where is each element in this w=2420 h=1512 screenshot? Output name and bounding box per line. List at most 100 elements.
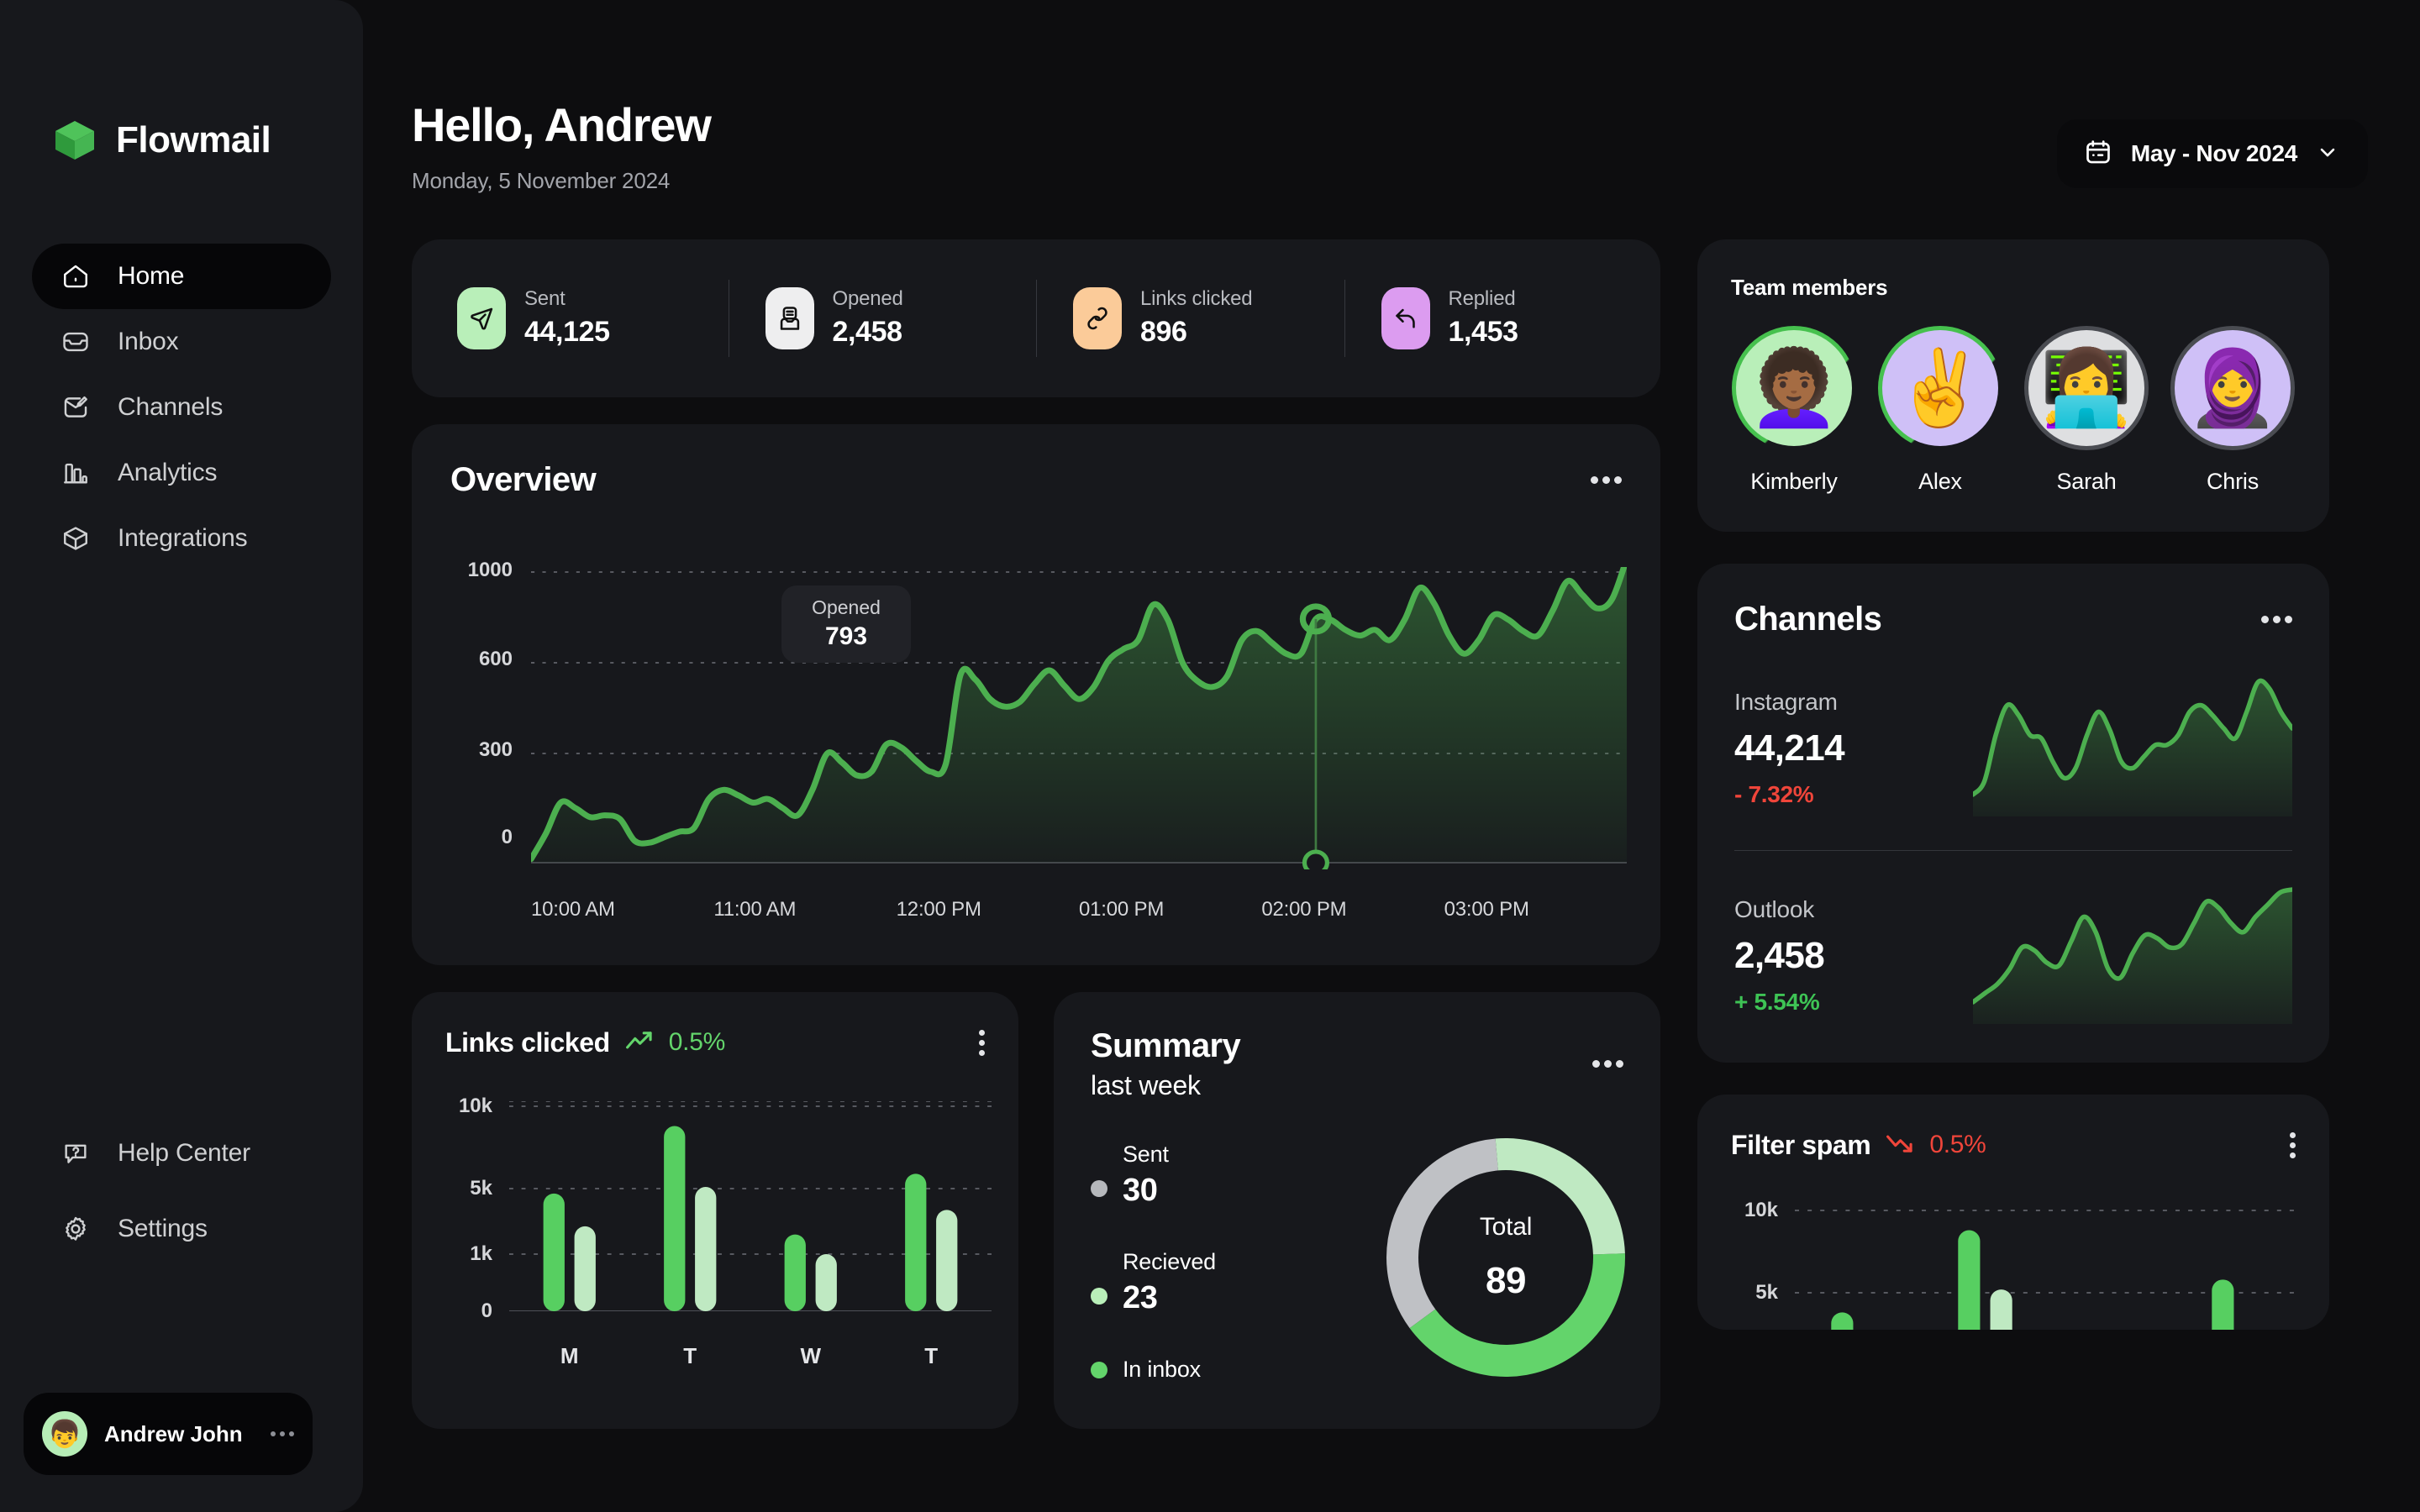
stat-label: Links clicked <box>1140 287 1253 311</box>
y-tick: 10k <box>1744 1198 1778 1221</box>
sidebar-item-home[interactable]: Home <box>32 244 331 309</box>
sidebar: Flowmail Home Inbox Channels Analytics I… <box>0 0 363 1512</box>
y-tick: 1000 <box>467 558 513 581</box>
team-member-name: Kimberly <box>1750 468 1838 494</box>
summary-card: Summary last week Sent 30 Recieved 23 In… <box>1054 991 1660 1429</box>
current-date: Monday, 5 November 2024 <box>412 167 671 193</box>
legend-value: 30 <box>1123 1172 1158 1208</box>
list-item: Recieved 23 <box>1091 1249 1326 1316</box>
filter-spam-delta: 0.5% <box>1929 1131 1986 1159</box>
stat-value: 896 <box>1140 316 1187 349</box>
overview-title: Overview <box>450 460 597 498</box>
sidebar-item-label: Channels <box>118 393 224 421</box>
content-grid: Sent 44,125 Opened 2,458 Links clicked 8… <box>412 239 2368 1429</box>
app-root: Flowmail Home Inbox Channels Analytics I… <box>0 0 2420 1512</box>
more-vertical-icon[interactable] <box>2290 1131 2296 1158</box>
home-icon <box>59 260 92 293</box>
more-horizontal-icon[interactable] <box>1591 475 1622 484</box>
sidebar-item-help-center[interactable]: Help Center <box>32 1121 331 1186</box>
brand: Flowmail <box>0 0 363 163</box>
sidebar-item-settings[interactable]: Settings <box>32 1196 331 1262</box>
sidebar-item-label: Integrations <box>118 524 248 552</box>
stat-opened: Opened 2,458 <box>728 278 1037 359</box>
right-column: Team members 👩🏾‍🦱 Kimberly <box>1697 239 2329 1429</box>
sidebar-item-integrations[interactable]: Integrations <box>32 506 331 571</box>
team-members-card: Team members 👩🏾‍🦱 Kimberly <box>1697 239 2329 532</box>
stat-links-clicked: Links clicked 896 <box>1036 278 1344 359</box>
y-tick: 300 <box>478 738 513 761</box>
legend-dot <box>1091 1179 1107 1197</box>
donut-center-value: 89 <box>1486 1259 1526 1301</box>
team-members-title: Team members <box>1731 274 1888 300</box>
sidebar-item-analytics[interactable]: Analytics <box>32 440 331 506</box>
calendar-icon <box>2084 138 2112 171</box>
y-tick: 0 <box>481 1299 492 1322</box>
overview-chart: 1000 600 300 0 Opened 793 10:00 AM 11:00… <box>450 559 1627 965</box>
stat-value: 1,453 <box>1448 316 1518 349</box>
avatar: 🧕 <box>2175 329 2291 446</box>
overview-x-axis: 10:00 AM 11:00 AM 12:00 PM 01:00 PM 02:0… <box>531 898 1627 921</box>
team-member-name: Alex <box>1918 468 1962 494</box>
sidebar-item-label: Help Center <box>118 1139 250 1167</box>
more-horizontal-icon[interactable] <box>2261 615 2292 623</box>
link-chain-icon <box>1073 286 1122 349</box>
sidebar-item-channels[interactable]: Channels <box>32 375 331 440</box>
sidebar-item-label: Analytics <box>118 459 218 486</box>
date-range-label: May - Nov 2024 <box>2130 140 2297 166</box>
links-clicked-plot <box>509 1100 992 1311</box>
channel-sparkline-instagram <box>1973 675 2292 816</box>
filter-spam-chart: 10k 5k <box>1731 1199 2302 1330</box>
more-horizontal-icon[interactable] <box>1592 1060 1623 1068</box>
x-tick: 02:00 PM <box>1261 897 1347 921</box>
left-column: Sent 44,125 Opened 2,458 Links clicked 8… <box>412 239 1660 1429</box>
team-member-kimberly[interactable]: 👩🏾‍🦱 Kimberly <box>1731 325 1857 495</box>
overview-card: Overview 1000 600 300 0 Opened 793 10:00… <box>412 423 1660 965</box>
avatar-emoji: 🧕 <box>2186 345 2279 429</box>
channel-row-instagram[interactable]: Instagram 44,214 - 7.32% <box>1734 675 2292 816</box>
more-horizontal-icon[interactable] <box>271 1431 294 1436</box>
x-tick: 11:00 AM <box>713 897 797 921</box>
channel-delta: + 5.54% <box>1734 988 1820 1015</box>
team-member-chris[interactable]: 🧕 Chris <box>2170 325 2296 495</box>
stat-replied: Replied 1,453 <box>1344 278 1653 359</box>
links-clicked-delta: 0.5% <box>668 1028 725 1057</box>
green-cube-logo <box>52 118 97 163</box>
more-vertical-icon[interactable] <box>979 1029 985 1056</box>
channels-card: Channels Instagram 44,214 - 7.32% Outloo… <box>1697 563 2329 1063</box>
user-profile-card[interactable]: 👦 Andrew John <box>24 1393 313 1475</box>
filter-spam-card: Filter spam 0.5% 10k 5k <box>1697 1094 2329 1330</box>
legend-label: Sent <box>1123 1141 1169 1167</box>
inbox-icon <box>59 325 92 359</box>
topbar: Hello, Andrew Monday, 5 November 2024 Ma… <box>412 99 2368 194</box>
trend-down-icon <box>1886 1131 1914 1159</box>
y-tick: 5k <box>470 1176 492 1200</box>
sidebar-item-inbox[interactable]: Inbox <box>32 309 331 375</box>
y-tick: 0 <box>501 825 513 848</box>
date-range-picker[interactable]: May - Nov 2024 <box>2056 119 2368 188</box>
x-tick: 12:00 PM <box>896 897 981 921</box>
question-bubble-icon <box>59 1137 92 1170</box>
links-clicked-title: Links clicked <box>445 1026 610 1058</box>
chevron-down-icon[interactable] <box>2316 140 2339 168</box>
divider <box>1734 849 2292 851</box>
avatar-emoji: 👩🏾‍🦱 <box>1748 345 1840 429</box>
summary-legend: Sent 30 Recieved 23 In inbox <box>1091 1142 1326 1423</box>
bottom-row: Links clicked 0.5% 10k 5k 1k 0 M T W T S… <box>412 991 1660 1429</box>
summary-title: Summary <box>1091 1026 1241 1064</box>
channel-delta: - 7.32% <box>1734 780 1814 807</box>
filter-spam-y-axis: 10k 5k <box>1731 1199 1778 1330</box>
links-clicked-y-axis: 10k 5k 1k 0 <box>445 1095 492 1322</box>
y-tick: 1k <box>470 1242 492 1265</box>
channel-sparkline-outlook <box>1973 883 2292 1024</box>
filter-spam-title: Filter spam <box>1731 1129 1871 1160</box>
channel-name: Outlook <box>1734 895 1815 922</box>
channel-row-outlook[interactable]: Outlook 2,458 + 5.54% <box>1734 883 2292 1024</box>
sidebar-item-label: Inbox <box>118 328 179 355</box>
avatar-ring: ✌️ <box>1878 325 2002 450</box>
team-member-alex[interactable]: ✌️ Alex <box>1877 325 2003 495</box>
links-clicked-x-axis: M T W T <box>509 1343 992 1369</box>
stat-value: 44,125 <box>524 316 610 349</box>
team-member-sarah[interactable]: 👩‍💻 Sarah <box>2023 325 2149 495</box>
legend-dot <box>1091 1287 1107 1305</box>
y-tick: 5k <box>1755 1280 1778 1304</box>
